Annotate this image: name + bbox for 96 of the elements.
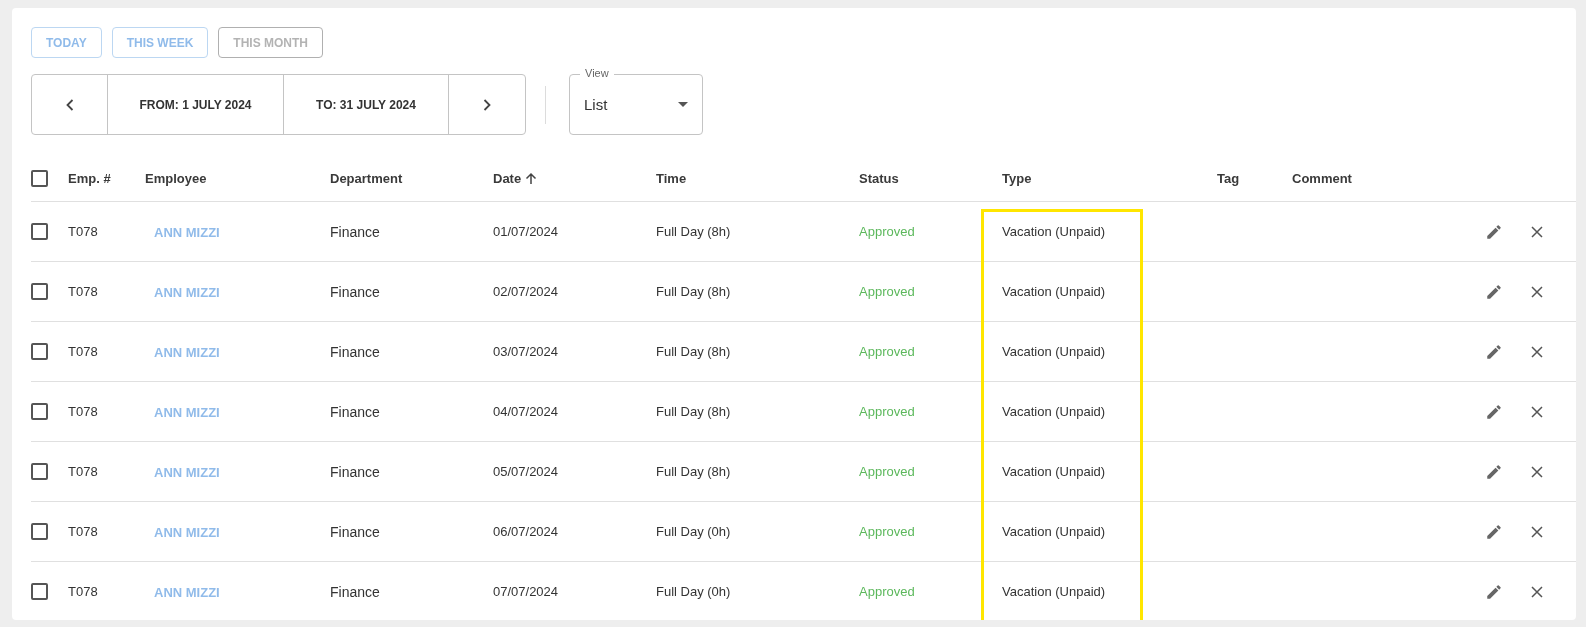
table-cell-text: 04/07/2024 <box>493 404 560 419</box>
table-cell-text: Finance <box>330 583 381 600</box>
table-cell-text: 06/07/2024 <box>493 524 560 539</box>
close-icon <box>1531 225 1543 238</box>
table-cell-text: 03/07/2024 <box>493 344 560 359</box>
delete-button[interactable] <box>1531 585 1543 598</box>
table-cell-text: Vacation (Unpaid) <box>1002 404 1107 419</box>
close-icon <box>1531 345 1543 358</box>
table-cell-text: T078 <box>68 284 99 299</box>
edit-button[interactable] <box>1485 522 1503 541</box>
checkbox[interactable] <box>31 463 48 480</box>
table-cell-text: Vacation (Unpaid) <box>1002 224 1107 239</box>
table-cell-text: Full Day (8h) <box>656 464 732 479</box>
table-cell-text: Approved <box>859 524 916 539</box>
table-cell-text: Full Day (0h) <box>656 584 732 599</box>
table-cell-text: T078 <box>68 584 99 599</box>
table-cell-text: Approved <box>859 404 916 419</box>
checkbox[interactable] <box>31 523 48 540</box>
table-cell-text: Approved <box>859 344 916 359</box>
table-cell-text: Full Day (8h) <box>656 404 732 419</box>
column-header[interactable]: Tag <box>1217 171 1292 186</box>
from-date-button[interactable]: FROM: 1 JULY 2024 <box>108 75 284 134</box>
edit-button[interactable] <box>1485 342 1503 361</box>
edit-button[interactable] <box>1485 462 1503 481</box>
edit-button[interactable] <box>1485 582 1503 601</box>
table-cell-text: 07/07/2024 <box>493 584 560 599</box>
column-header[interactable]: Department <box>330 171 493 186</box>
checkbox[interactable] <box>31 343 48 360</box>
table-cell-text: T078 <box>68 524 99 539</box>
edit-button[interactable] <box>1485 402 1503 421</box>
view-label: View <box>580 67 614 79</box>
view-value: List <box>584 96 608 113</box>
table-cell-text: Full Day (8h) <box>656 284 732 299</box>
checkbox[interactable] <box>31 283 48 300</box>
edit-button[interactable] <box>1485 282 1503 301</box>
table-cell-text: Full Day (8h) <box>656 224 732 239</box>
table-cell-text: 01/07/2024 <box>493 224 560 239</box>
table-cell-text: Finance <box>330 223 381 240</box>
table-cell-text: Vacation (Unpaid) <box>1002 584 1107 599</box>
table-cell-text: T078 <box>68 404 99 419</box>
sort-arrow-up-icon <box>525 172 538 185</box>
column-header[interactable]: Status <box>859 171 1002 186</box>
delete-button[interactable] <box>1531 405 1543 418</box>
checkbox[interactable] <box>31 583 48 600</box>
table-cell-text: T078 <box>68 344 99 359</box>
column-header[interactable]: Date <box>493 171 656 186</box>
table-cell-text: T078 <box>68 464 99 479</box>
checkbox[interactable] <box>31 170 48 187</box>
close-icon <box>1531 405 1543 418</box>
close-icon <box>1531 285 1543 298</box>
pencil-icon <box>1485 582 1503 601</box>
chevron-left-icon <box>65 98 74 111</box>
checkbox[interactable] <box>31 223 48 240</box>
column-header[interactable]: Time <box>656 171 859 186</box>
table-cell-text: Full Day (0h) <box>656 524 732 539</box>
table-cell-text: Approved <box>859 284 916 299</box>
edit-button[interactable] <box>1485 222 1503 241</box>
table-cell-text: Approved <box>859 224 916 239</box>
pencil-icon <box>1485 222 1503 241</box>
delete-button[interactable] <box>1531 465 1543 478</box>
chevron-right-icon <box>483 98 491 111</box>
close-icon <box>1531 465 1543 478</box>
dropdown-caret-icon <box>678 102 688 107</box>
delete-button[interactable] <box>1531 285 1543 298</box>
view-select[interactable]: View List <box>569 66 703 135</box>
table-cell-text: T078 <box>68 224 99 239</box>
column-header[interactable]: Employee <box>145 171 330 186</box>
table-cell-text: Finance <box>330 463 381 480</box>
table-cell-text: Finance <box>330 283 381 300</box>
pencil-icon <box>1485 282 1503 301</box>
table-cell-text: Finance <box>330 343 381 360</box>
checkbox[interactable] <box>31 403 48 420</box>
pencil-icon <box>1485 402 1503 421</box>
to-date-button[interactable]: TO: 31 JULY 2024 <box>284 75 449 134</box>
table-cell-text: Full Day (8h) <box>656 344 732 359</box>
pencil-icon <box>1485 462 1503 481</box>
table-cell-text: Vacation (Unpaid) <box>1002 464 1107 479</box>
table-cell-text: Finance <box>330 403 381 420</box>
column-header[interactable]: Type <box>1002 171 1217 186</box>
delete-button[interactable] <box>1531 345 1543 358</box>
table-cell-text: Vacation (Unpaid) <box>1002 524 1107 539</box>
column-header[interactable]: Comment <box>1292 171 1466 186</box>
table-cell-text: Approved <box>859 584 916 599</box>
delete-button[interactable] <box>1531 225 1543 238</box>
table-cell-text: Vacation (Unpaid) <box>1002 284 1107 299</box>
table-cell-text: 02/07/2024 <box>493 284 560 299</box>
pencil-icon <box>1485 522 1503 541</box>
table-cell-text: Finance <box>330 523 381 540</box>
table-cell-text: Approved <box>859 464 916 479</box>
close-icon <box>1531 525 1543 538</box>
pencil-icon <box>1485 342 1503 361</box>
delete-button[interactable] <box>1531 525 1543 538</box>
column-header[interactable]: Emp. # <box>68 171 145 186</box>
table-cell-text: 05/07/2024 <box>493 464 560 479</box>
close-icon <box>1531 585 1543 598</box>
table-cell-text: Vacation (Unpaid) <box>1002 344 1107 359</box>
